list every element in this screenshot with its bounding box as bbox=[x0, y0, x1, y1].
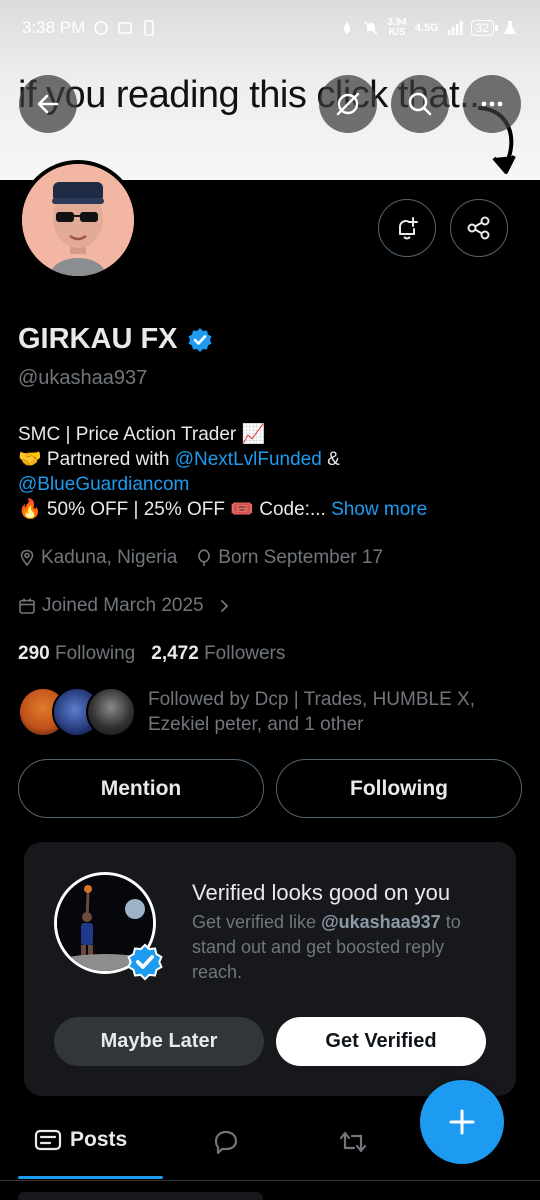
share-icon bbox=[467, 216, 490, 240]
joined-text: Joined March 2025 bbox=[42, 595, 204, 616]
get-verified-button[interactable]: Get Verified bbox=[276, 1017, 486, 1066]
bio-partner-text: 🤝 Partnered with bbox=[18, 449, 175, 470]
followed-by-text: Followed by Dcp | Trades, HUMBLE X, Ezek… bbox=[148, 689, 475, 735]
mention-button[interactable]: Mention bbox=[18, 759, 264, 818]
battery-indicator: 32 bbox=[470, 20, 499, 36]
follower-avatars bbox=[18, 687, 136, 737]
compose-post-button[interactable] bbox=[420, 1080, 504, 1164]
follow-counts: 290 Following 2,472 Followers bbox=[18, 643, 285, 665]
location-item: Kaduna, Nigeria bbox=[18, 547, 177, 569]
status-bar: 3:38 PM 3.94 K/S 4.5G 32 bbox=[0, 0, 540, 56]
bio-line-3: 🔥 50% OFF | 25% OFF 🎟️ Code:... Show mor… bbox=[18, 497, 518, 522]
tab-posts[interactable]: Posts bbox=[34, 1128, 127, 1152]
user-handle: @ukashaa937 bbox=[18, 367, 148, 389]
following-label: Following bbox=[54, 643, 136, 664]
following-button[interactable]: Following bbox=[276, 759, 522, 818]
chevron-right-icon bbox=[220, 600, 228, 612]
back-arrow-icon bbox=[37, 94, 59, 114]
bio-offer-text: 🔥 50% OFF | 25% OFF 🎟️ Code:... bbox=[18, 499, 332, 520]
tab-posts-label: Posts bbox=[70, 1128, 128, 1151]
bio-link-blueguardian[interactable]: @BlueGuardiancom bbox=[18, 472, 518, 497]
followers-count: 2,472 bbox=[151, 643, 199, 664]
followers-label: Followers bbox=[204, 643, 286, 664]
reply-bubble-icon bbox=[214, 1130, 238, 1155]
back-button[interactable] bbox=[19, 75, 77, 133]
profile-bio: SMC | Price Action Trader 📈 🤝 Partnered … bbox=[18, 422, 518, 522]
memoji-avatar-image bbox=[22, 164, 134, 276]
following-link[interactable]: 290 Following bbox=[18, 643, 135, 665]
tab-replies[interactable] bbox=[212, 1128, 240, 1156]
data-saver-icon bbox=[344, 22, 351, 34]
net-speed-unit: K/S bbox=[388, 27, 406, 38]
network-type: 4.5G bbox=[414, 22, 439, 34]
grok-button[interactable] bbox=[319, 75, 377, 133]
signal-icon bbox=[447, 21, 463, 35]
promo-verified-badge-icon bbox=[127, 943, 163, 981]
location-pin-icon bbox=[20, 549, 34, 567]
promo-description: Get verified like @ukashaa937 to stand o… bbox=[192, 910, 492, 985]
display-name: GIRKAU FX bbox=[18, 323, 178, 355]
joined-row[interactable]: Joined March 2025 bbox=[18, 595, 232, 617]
posts-icon bbox=[34, 1129, 62, 1151]
show-more-link[interactable]: Show more bbox=[331, 499, 427, 520]
status-time: 3:38 PM bbox=[22, 18, 86, 37]
plus-icon bbox=[449, 1109, 475, 1135]
active-tab-indicator bbox=[18, 1176, 163, 1179]
birthday-item: Born September 17 bbox=[195, 547, 383, 569]
calendar-icon bbox=[19, 598, 35, 614]
tab-reposts[interactable] bbox=[338, 1128, 368, 1156]
location-text: Kaduna, Nigeria bbox=[41, 547, 178, 568]
verified-badge-icon[interactable] bbox=[186, 326, 214, 354]
more-options-button[interactable] bbox=[463, 75, 521, 133]
whatsapp-icon bbox=[94, 21, 109, 35]
birthday-text: Born September 17 bbox=[218, 547, 384, 568]
promo-desc-handle: @ukashaa937 bbox=[321, 912, 441, 932]
bio-line-2: 🤝 Partnered with @NextLvlFunded & bbox=[18, 447, 518, 472]
next-post-preview bbox=[18, 1192, 263, 1200]
promo-desc-prefix: Get verified like bbox=[192, 912, 322, 932]
flask-icon bbox=[504, 21, 516, 34]
search-icon bbox=[408, 92, 432, 116]
bio-link-nextlvlfunded[interactable]: @NextLvlFunded bbox=[175, 449, 322, 470]
profile-meta-row: Kaduna, Nigeria Born September 17 bbox=[18, 547, 383, 569]
share-button[interactable] bbox=[450, 199, 508, 257]
outlook-icon bbox=[118, 22, 133, 34]
follower-avatar bbox=[86, 687, 136, 737]
name-row: GIRKAU FX bbox=[18, 323, 214, 356]
bell-plus-icon bbox=[399, 217, 418, 240]
net-speed: 3.94 K/S bbox=[387, 18, 406, 38]
followed-by-row[interactable]: Followed by Dcp | Trades, HUMBLE X, Ezek… bbox=[18, 687, 508, 737]
grok-icon bbox=[336, 92, 360, 116]
notify-bell-button[interactable] bbox=[378, 199, 436, 257]
tabs-divider bbox=[0, 1180, 540, 1181]
followers-link[interactable]: 2,472 Followers bbox=[151, 643, 285, 665]
profile-avatar[interactable] bbox=[18, 160, 138, 280]
mute-bell-icon bbox=[364, 21, 378, 35]
bio-line-1: SMC | Price Action Trader 📈 bbox=[18, 424, 266, 445]
promo-title: Verified looks good on you bbox=[192, 880, 451, 905]
search-button[interactable] bbox=[391, 75, 449, 133]
bio-ampersand: & bbox=[321, 449, 340, 470]
maybe-later-button[interactable]: Maybe Later bbox=[54, 1017, 264, 1066]
following-count: 290 bbox=[18, 643, 50, 664]
phone-icon bbox=[144, 20, 155, 36]
repost-icon bbox=[339, 1131, 367, 1153]
balloon-icon bbox=[198, 549, 211, 566]
more-dots-icon bbox=[481, 101, 503, 107]
verified-promo-card: Verified looks good on you Get verified … bbox=[24, 842, 516, 1096]
